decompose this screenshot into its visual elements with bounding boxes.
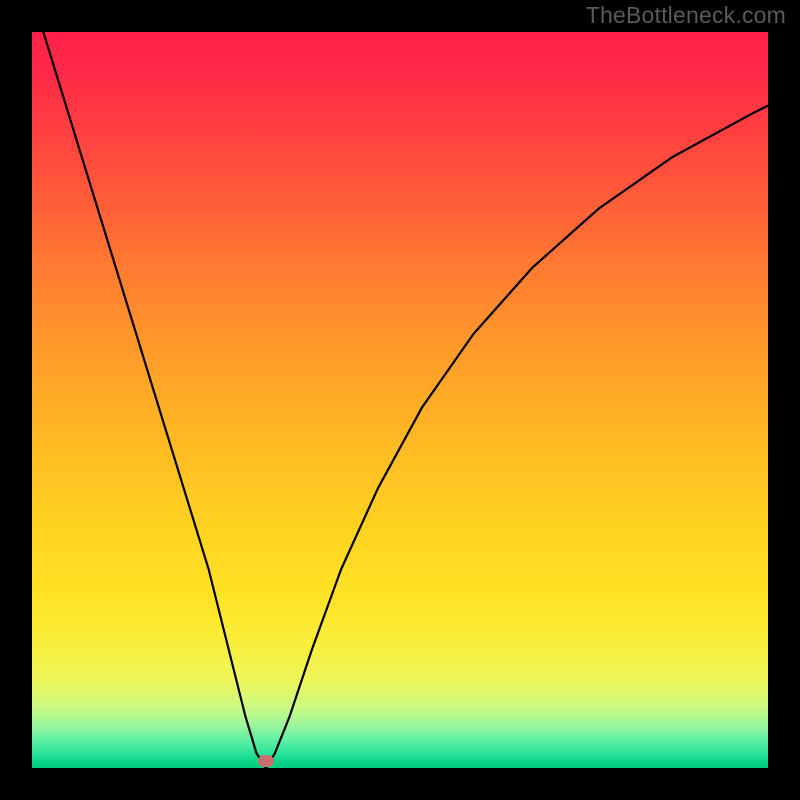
optimal-point-marker xyxy=(258,755,274,767)
plot-frame: TheBottleneck.com xyxy=(0,0,800,800)
bottleneck-curve xyxy=(32,32,768,768)
plot-area xyxy=(32,32,768,768)
watermark-text: TheBottleneck.com xyxy=(586,2,786,29)
